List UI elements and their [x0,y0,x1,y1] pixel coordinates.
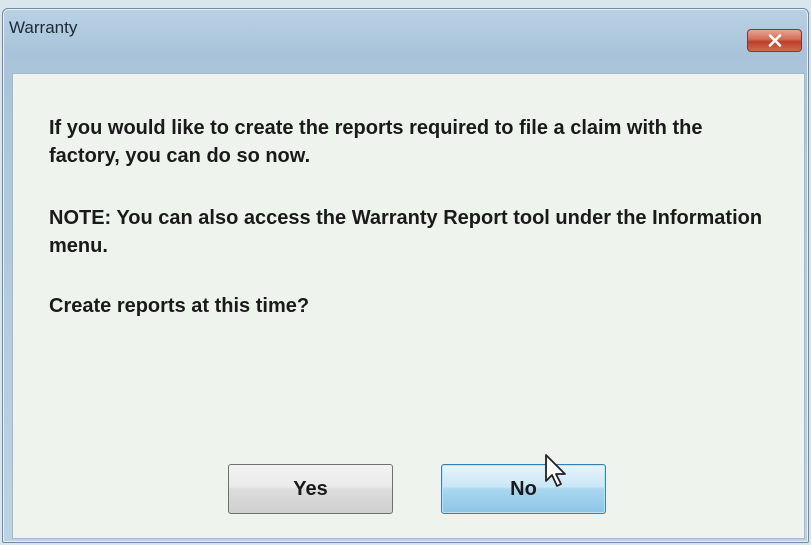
mouse-pointer-icon [544,453,570,494]
yes-button[interactable]: Yes [228,464,393,514]
prompt-text: Create reports at this time? [49,295,310,317]
close-button[interactable] [747,29,802,52]
note-text: NOTE: You can also access the Warranty R… [49,207,763,257]
warranty-dialog: Warranty If you would like to create the… [2,8,809,543]
close-icon [768,34,782,47]
window-title: Warranty [9,18,78,37]
message-text: If you would like to create the reports … [49,117,703,167]
title-bar: Warranty [3,9,808,52]
no-button[interactable]: No [441,464,606,514]
dialog-content: If you would like to create the reports … [12,73,805,539]
